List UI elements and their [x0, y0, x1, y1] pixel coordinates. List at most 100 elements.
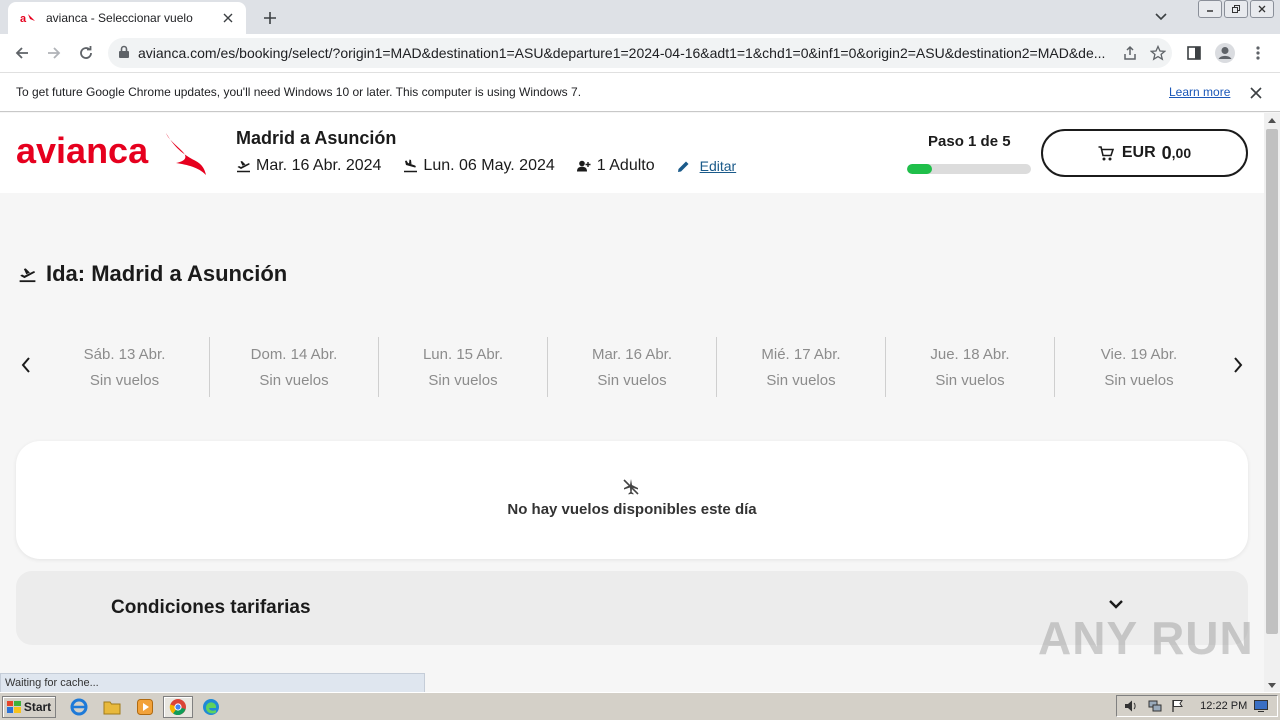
date-label: Mié. 17 Abr. [761, 345, 841, 363]
step-indicator: Paso 1 de 5 [928, 133, 1011, 150]
chevron-right-icon[interactable] [1226, 353, 1250, 377]
update-infobar: To get future Google Chrome updates, you… [0, 72, 1280, 112]
date-option[interactable]: Sáb. 13 Abr. Sin vuelos [40, 337, 209, 397]
forward-arrow-icon[interactable] [38, 37, 70, 69]
date-label: Jue. 18 Abr. [930, 345, 1010, 363]
close-window-icon[interactable] [1250, 0, 1274, 18]
date-status: Sin vuelos [597, 371, 667, 389]
date-label: Vie. 19 Abr. [1100, 345, 1178, 363]
date-label: Mar. 16 Abr. [591, 345, 673, 363]
cart-button[interactable]: EUR 0,00 [1041, 129, 1248, 177]
system-tray: 12:22 PM [1116, 695, 1278, 717]
profile-avatar-icon[interactable] [1209, 37, 1241, 69]
volume-icon[interactable] [1123, 698, 1139, 714]
status-bubble: Waiting for cache... [0, 673, 425, 692]
windows-taskbar: Start 12:22 PM [0, 692, 1280, 720]
return-date: Lun. 06 May. 2024 [403, 157, 555, 175]
person-icon [576, 160, 591, 172]
bookmark-star-icon[interactable] [1144, 39, 1172, 67]
date-option[interactable]: Lun. 15 Abr. Sin vuelos [378, 337, 547, 397]
close-icon[interactable] [1247, 84, 1265, 102]
infobar-message: To get future Google Chrome updates, you… [16, 85, 582, 99]
restore-icon[interactable] [1224, 0, 1248, 18]
start-button[interactable]: Start [2, 695, 56, 718]
edge-icon[interactable] [196, 696, 226, 718]
show-desktop-icon[interactable] [1253, 698, 1269, 714]
scroll-up-icon[interactable] [1264, 113, 1280, 127]
date-option[interactable]: Mar. 16 Abr. Sin vuelos [547, 337, 716, 397]
action-center-flag-icon[interactable] [1170, 698, 1186, 714]
anyrun-watermark: ANY RUN [1038, 611, 1254, 665]
vertical-scrollbar[interactable] [1264, 113, 1280, 692]
share-icon[interactable] [1116, 39, 1144, 67]
scroll-down-icon[interactable] [1264, 678, 1280, 692]
start-label: Start [23, 699, 52, 714]
lock-icon[interactable] [118, 45, 130, 62]
edit-label[interactable]: Editar [700, 158, 737, 174]
chevron-left-icon[interactable] [14, 353, 38, 377]
date-label: Dom. 14 Abr. [250, 345, 338, 363]
date-carousel: Sáb. 13 Abr. Sin vuelos Dom. 14 Abr. Sin v… [0, 337, 1264, 397]
media-player-icon[interactable] [130, 696, 160, 718]
cart-cents: ,00 [1171, 145, 1192, 161]
minimize-icon[interactable] [1198, 0, 1222, 18]
cart-icon [1098, 145, 1114, 160]
return-date-text: Lun. 06 May. 2024 [423, 157, 555, 174]
avianca-logo[interactable]: avianca [16, 129, 206, 177]
scrollbar-thumb[interactable] [1266, 129, 1278, 634]
learn-more-link[interactable]: Learn more [1169, 85, 1230, 99]
clock[interactable]: 12:22 PM [1200, 700, 1247, 712]
browser-toolbar: avianca.com/es/booking/select/?origin1=M… [0, 34, 1280, 72]
windows-logo-icon [6, 700, 21, 713]
no-flights-card: No hay vuelos disponibles este día [16, 441, 1248, 559]
side-panel-icon[interactable] [1178, 37, 1210, 69]
edit-search-button[interactable]: Editar [677, 158, 737, 174]
address-bar[interactable]: avianca.com/es/booking/select/?origin1=M… [108, 38, 1172, 68]
tab-strip: a avianca - Seleccionar vuelo [0, 0, 1280, 34]
date-status: Sin vuelos [259, 371, 329, 389]
date-label: Sáb. 13 Abr. [83, 345, 166, 363]
plane-takeoff-icon [19, 267, 36, 282]
date-option[interactable]: Dom. 14 Abr. Sin vuelos [209, 337, 378, 397]
url-text[interactable]: avianca.com/es/booking/select/?origin1=M… [138, 45, 1116, 61]
fare-conditions-label[interactable]: Condiciones tarifarias [111, 597, 311, 619]
date-option[interactable]: Vie. 19 Abr. Sin vuelos [1054, 337, 1223, 397]
cart-amount: 0 [1161, 142, 1172, 163]
internet-explorer-icon[interactable] [64, 696, 94, 718]
chrome-taskbar-icon[interactable] [163, 695, 193, 718]
pencil-icon [677, 161, 689, 172]
passenger-count: 1 Adulto [576, 157, 655, 175]
cart-currency: EUR [1121, 144, 1156, 161]
watermark-text: ANY RUN [1038, 612, 1254, 664]
file-explorer-icon[interactable] [97, 696, 127, 718]
plane-landing-icon [404, 159, 418, 173]
window-controls [1198, 0, 1274, 18]
reload-icon[interactable] [70, 37, 102, 69]
date-status: Sin vuelos [428, 371, 498, 389]
booking-header: avianca Madrid a Asunción Mar. 16 Abr. 2… [0, 113, 1264, 193]
svg-text:a: a [20, 13, 27, 24]
date-status: Sin vuelos [935, 371, 1005, 389]
date-option[interactable]: Jue. 18 Abr. Sin vuelos [885, 337, 1054, 397]
no-flights-message: No hay vuelos disponibles este día [507, 501, 757, 518]
page-viewport: avianca Madrid a Asunción Mar. 16 Abr. 2… [0, 113, 1264, 692]
network-icon[interactable] [1147, 698, 1163, 714]
step-progress-bar [907, 164, 1031, 174]
close-tab-icon[interactable] [220, 10, 236, 26]
date-status: Sin vuelos [766, 371, 836, 389]
chevron-down-icon[interactable] [1150, 6, 1172, 28]
no-flights-icon [621, 477, 641, 497]
more-menu-icon[interactable] [1242, 37, 1274, 69]
browser-tab[interactable]: a avianca - Seleccionar vuelo [8, 2, 246, 34]
trip-summary: Mar. 16 Abr. 2024 Lun. 06 May. 2024 1 Ad… [236, 157, 736, 175]
outbound-section-title: Ida: Madrid a Asunción [18, 261, 287, 287]
svg-text:avianca: avianca [16, 130, 149, 171]
back-arrow-icon[interactable] [6, 37, 38, 69]
tab-title: avianca - Seleccionar vuelo [46, 11, 193, 25]
date-list: Sáb. 13 Abr. Sin vuelos Dom. 14 Abr. Sin v… [40, 337, 1224, 397]
plane-takeoff-icon [237, 161, 250, 173]
new-tab-icon[interactable] [258, 6, 282, 30]
date-option[interactable]: Mié. 17 Abr. Sin vuelos [716, 337, 885, 397]
step-progress-fill [907, 164, 932, 174]
route-title: Madrid a Asunción [236, 128, 397, 148]
